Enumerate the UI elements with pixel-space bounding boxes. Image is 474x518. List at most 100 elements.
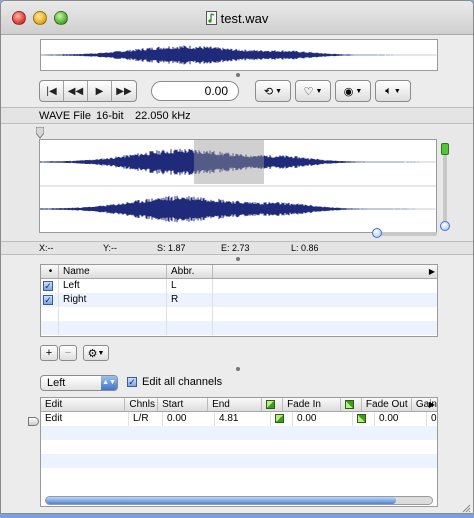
col-fade-out-shape[interactable] bbox=[341, 398, 362, 411]
add-channel-button[interactable]: + bbox=[40, 345, 58, 361]
channels-table: • Name Abbr. ▶ ✓ Left L ✓ Right R bbox=[40, 264, 438, 337]
remove-channel-button[interactable]: − bbox=[59, 345, 77, 361]
waveform-overview[interactable] bbox=[40, 39, 438, 71]
empty-row bbox=[41, 454, 437, 468]
chevron-down-icon: ▼ bbox=[355, 87, 363, 95]
vertical-zoom-slider[interactable] bbox=[440, 143, 450, 231]
title-bar[interactable]: test.wav bbox=[1, 1, 473, 35]
edit-chnls: L/R bbox=[129, 412, 163, 426]
column-scroll-right-icon[interactable]: ▶ bbox=[429, 267, 435, 276]
empty-row bbox=[41, 307, 437, 321]
chevron-down-icon: ▼ bbox=[315, 87, 323, 95]
time-field[interactable]: 0.00 bbox=[151, 81, 239, 101]
rewind-icon: ◀◀ bbox=[67, 85, 84, 97]
waveform-editor bbox=[1, 125, 473, 241]
chevron-updown-icon: ▲▼ bbox=[101, 376, 117, 390]
edit-name: Edit bbox=[41, 412, 129, 426]
vertical-zoom-knob[interactable] bbox=[440, 221, 450, 231]
channels-table-header: • Name Abbr. bbox=[41, 265, 437, 279]
fade-curve-icon bbox=[265, 400, 275, 409]
channel-name: Left bbox=[59, 279, 167, 293]
col-start[interactable]: Start bbox=[158, 398, 209, 411]
marker-popup-button[interactable]: ♡ ▼ bbox=[295, 80, 331, 102]
volume-popup-button[interactable]: 🔈︎ ▼ bbox=[375, 80, 411, 102]
col-fade-in-shape[interactable] bbox=[262, 398, 284, 411]
edit-all-channels[interactable]: ✓ Edit all channels bbox=[127, 376, 222, 388]
loop-icon: ⟲ bbox=[263, 85, 274, 98]
file-format-label: WAVE File bbox=[39, 110, 91, 122]
col-fade-in[interactable]: Fade In bbox=[283, 398, 341, 411]
cursor-y: Y:-- bbox=[103, 243, 118, 253]
action-menu-button[interactable]: ⚙ ▼ bbox=[83, 345, 109, 361]
level-toggle-button[interactable] bbox=[441, 143, 449, 155]
empty-row bbox=[41, 321, 437, 335]
cursor-x: X:-- bbox=[39, 243, 54, 253]
table-row[interactable]: ✓ Right R bbox=[41, 293, 437, 307]
speaker-icon: 🔈︎ bbox=[385, 84, 392, 97]
waveform-view[interactable] bbox=[39, 139, 437, 233]
channel-abbr: R bbox=[167, 293, 213, 307]
channel-abbr: L bbox=[167, 279, 213, 293]
play-button[interactable]: ▶ bbox=[88, 81, 112, 101]
fade-curve-icon bbox=[344, 400, 354, 409]
edit-fade-in: 0.00 bbox=[293, 412, 353, 426]
horizontal-zoom-knob[interactable] bbox=[372, 228, 382, 238]
file-info-bar: WAVE File 16-bit 22.050 kHz bbox=[1, 107, 473, 124]
go-start-button[interactable]: |◀ bbox=[40, 81, 64, 101]
gain-knob-icon: ◉ bbox=[343, 85, 354, 98]
bit-depth-label: 16-bit bbox=[96, 110, 124, 122]
window-title-text: test.wav bbox=[220, 11, 269, 26]
horizontal-zoom-slider[interactable] bbox=[372, 228, 437, 238]
loop-popup-button[interactable]: ⟲ ▼ bbox=[255, 80, 291, 102]
edits-table-header: Edit Chnls Start End Fade In Fade Out Ga… bbox=[41, 398, 437, 412]
go-start-icon: |◀ bbox=[46, 85, 57, 97]
splitter-handle[interactable] bbox=[236, 257, 240, 261]
resize-grip-icon[interactable] bbox=[461, 503, 471, 513]
audio-file-icon bbox=[205, 11, 217, 25]
col-name[interactable]: Name bbox=[59, 265, 167, 278]
edit-all-checkbox[interactable]: ✓ bbox=[127, 377, 137, 387]
chevron-down-icon: ▼ bbox=[275, 87, 283, 95]
selection-length: L: 0.86 bbox=[291, 243, 319, 253]
fast-forward-button[interactable]: ▶▶ bbox=[112, 81, 136, 101]
table-row[interactable]: ✓ Left L bbox=[41, 279, 437, 293]
col-end[interactable]: End bbox=[208, 398, 262, 411]
waveform-trace bbox=[40, 45, 437, 65]
col-chnls[interactable]: Chnls bbox=[125, 398, 159, 411]
table-row[interactable]: Edit L/R 0.00 4.81 0.00 0.00 0.0 dB bbox=[41, 412, 437, 426]
rewind-button[interactable]: ◀◀ bbox=[64, 81, 88, 101]
fast-forward-icon: ▶▶ bbox=[116, 85, 132, 97]
channel-select-value: Left bbox=[47, 377, 66, 389]
col-fade-out[interactable]: Fade Out bbox=[362, 398, 412, 411]
selection-start: S: 1.87 bbox=[157, 243, 186, 253]
col-extra bbox=[213, 265, 437, 278]
col-edit[interactable]: Edit bbox=[41, 398, 126, 411]
channel-enabled-checkbox[interactable]: ✓ bbox=[43, 295, 53, 305]
gain-popup-button[interactable]: ◉ ▼ bbox=[335, 80, 371, 102]
play-icon: ▶ bbox=[95, 85, 104, 97]
column-scroll-right-icon[interactable]: ▶ bbox=[429, 400, 435, 409]
edits-table: Edit Chnls Start End Fade In Fade Out Ga… bbox=[40, 397, 438, 507]
edit-all-label: Edit all channels bbox=[142, 376, 223, 388]
playhead-marker[interactable] bbox=[36, 127, 44, 139]
edit-gain: 0.0 dB bbox=[431, 413, 437, 424]
fade-curve-icon[interactable] bbox=[357, 414, 366, 423]
channel-enabled-checkbox[interactable]: ✓ bbox=[43, 281, 53, 291]
channel-select[interactable]: Left ▲▼ bbox=[40, 375, 118, 391]
edit-start: 0.00 bbox=[163, 412, 215, 426]
waveform-trace bbox=[39, 195, 436, 223]
edit-end: 4.81 bbox=[215, 412, 271, 426]
chevron-down-icon: ▼ bbox=[393, 87, 401, 95]
scrollbar-thumb[interactable] bbox=[46, 497, 396, 504]
selection-region[interactable] bbox=[194, 140, 264, 184]
col-abbr[interactable]: Abbr. bbox=[167, 265, 213, 278]
empty-row bbox=[41, 426, 437, 440]
edit-row-marker bbox=[28, 417, 39, 426]
marker-icon: ♡ bbox=[303, 85, 314, 98]
splitter-handle[interactable] bbox=[236, 73, 240, 77]
overview-waveform bbox=[40, 45, 437, 65]
selection-end: E: 2.73 bbox=[221, 243, 250, 253]
horizontal-scrollbar[interactable] bbox=[45, 496, 433, 505]
fade-curve-icon[interactable] bbox=[275, 414, 284, 423]
col-enabled[interactable]: • bbox=[41, 265, 59, 278]
